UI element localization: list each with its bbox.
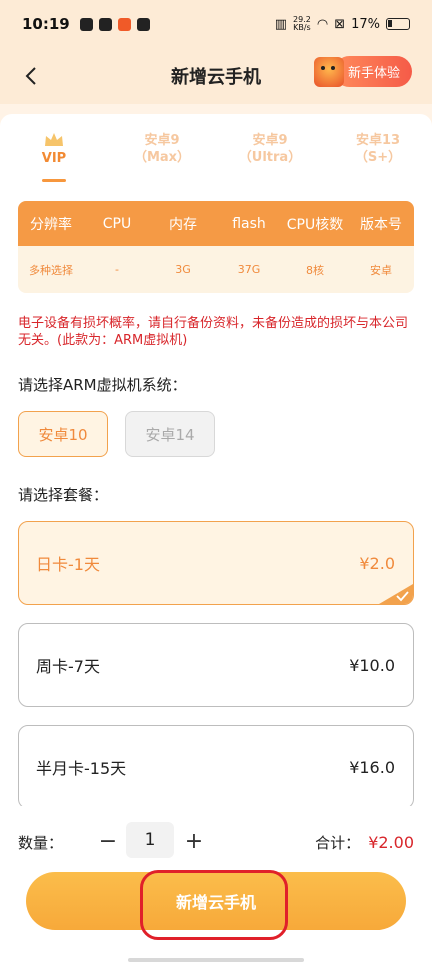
- wifi-icon: ◠: [316, 16, 329, 32]
- tab-label: 安卓9: [252, 133, 288, 148]
- crown-icon: [45, 132, 63, 146]
- total-label: 合计：: [315, 834, 361, 852]
- plan-name: 日卡-1天: [36, 555, 100, 574]
- back-button[interactable]: [16, 60, 48, 92]
- spec-header-cell: 内存: [169, 216, 197, 233]
- os-options: 安卓10 安卓14: [18, 411, 215, 457]
- spec-value-cell: -: [115, 263, 119, 276]
- spec-value-cell: 安卓: [370, 263, 392, 277]
- os-section-label: 请选择ARM虚拟机系统：: [18, 376, 187, 394]
- quantity-value[interactable]: 1: [126, 822, 174, 858]
- spec-value-cell: 8核: [306, 263, 324, 277]
- home-indicator: [128, 958, 304, 962]
- tab-active-indicator: [42, 179, 66, 182]
- total-price: 合计： ¥2.00: [315, 832, 414, 853]
- status-bar: 10:19 ▥ 29.2 KB/s ◠ ⊠ 17%: [0, 0, 432, 48]
- network-speed: 29.2 KB/s: [293, 15, 311, 32]
- page-title: 新增云手机: [171, 67, 261, 88]
- tab-vip[interactable]: VIP: [0, 114, 108, 184]
- tab-sublabel: （S+）: [354, 150, 402, 165]
- vibrate-icon: ▥: [274, 16, 288, 32]
- plan-price: ¥16.0: [349, 757, 395, 777]
- plan-section-label: 请选择套餐：: [18, 486, 109, 504]
- spec-table: 分辨率 CPU 内存 flash CPU核数 版本号 多种选择 - 3G 37G…: [18, 201, 414, 293]
- tab-label: VIP: [41, 150, 67, 166]
- tab-sublabel: （Ultra）: [238, 150, 302, 165]
- spec-value-cell: 多种选择: [29, 263, 73, 277]
- sim-icon: ⊠: [334, 16, 346, 32]
- spec-table-row: 多种选择 - 3G 37G 8核 安卓: [18, 246, 414, 293]
- tab-label: 安卓9: [144, 133, 180, 148]
- link-icon: [136, 17, 150, 31]
- status-time: 10:19: [22, 15, 70, 33]
- battery-icon: [386, 18, 410, 30]
- tab-label: 安卓13: [355, 133, 401, 148]
- footer-bar: 数量： − 1 + 合计： ¥2.00 新增云手机: [0, 806, 432, 964]
- spec-value-cell: 37G: [237, 263, 261, 276]
- spec-table-header: 分辨率 CPU 内存 flash CPU核数 版本号: [18, 201, 414, 246]
- plan-option-halfmonth[interactable]: 半月卡-15天 ¥16.0: [18, 725, 414, 809]
- spec-header-cell: 版本号: [360, 216, 402, 233]
- plan-price: ¥10.0: [349, 655, 395, 675]
- plan-list: 日卡-1天 ¥2.0 周卡-7天 ¥10.0 半月卡-15天 ¥16.0: [18, 521, 414, 827]
- plan-name: 半月卡-15天: [36, 759, 127, 778]
- chevron-left-icon: [25, 67, 36, 85]
- total-amount: ¥2.00: [368, 833, 414, 852]
- quantity-decrease-button[interactable]: −: [94, 826, 122, 856]
- add-cloud-phone-button[interactable]: 新增云手机: [26, 872, 406, 930]
- os-option-android10[interactable]: 安卓10: [18, 411, 108, 457]
- battery-percent: 17%: [351, 16, 380, 32]
- app-header: 新增云手机 新手体验: [0, 48, 432, 104]
- spec-header-cell: flash: [232, 215, 266, 232]
- plan-option-day[interactable]: 日卡-1天 ¥2.0: [18, 521, 414, 605]
- spec-header-cell: CPU: [102, 215, 132, 232]
- tiktok-icon: [98, 17, 112, 31]
- spec-value-cell: 3G: [175, 263, 191, 276]
- check-icon: [379, 584, 413, 604]
- spec-header-cell: CPU核数: [286, 216, 344, 233]
- quantity-increase-button[interactable]: +: [180, 826, 208, 856]
- tab-android9-ultra[interactable]: 安卓9 （Ultra）: [216, 114, 324, 184]
- tab-android13-splus[interactable]: 安卓13 （S+）: [324, 114, 432, 184]
- tab-sublabel: （Max）: [133, 150, 191, 165]
- tab-android9-max[interactable]: 安卓9 （Max）: [108, 114, 216, 184]
- spec-header-cell: 分辨率: [30, 216, 72, 233]
- tabs-wrapper: VIP 安卓9 （Max） 安卓9 （Ultra） 安卓13 （S+）: [0, 104, 432, 184]
- warning-notice: 电子设备有损坏概率，请自行备份资料，未备份造成的损坏与本公司无关。(此款为：AR…: [18, 316, 409, 348]
- plan-name: 周卡-7天: [36, 657, 100, 676]
- quantity-label: 数量：: [18, 834, 64, 852]
- os-option-android14[interactable]: 安卓14: [125, 411, 215, 457]
- plan-option-week[interactable]: 周卡-7天 ¥10.0: [18, 623, 414, 707]
- app-notification-icon: [117, 17, 131, 31]
- newbie-trial-button[interactable]: 新手体验: [313, 56, 412, 87]
- mascot-icon: [313, 56, 344, 87]
- plan-price: ¥2.0: [359, 553, 395, 573]
- newbie-trial-label: 新手体验: [333, 56, 412, 87]
- tab-bar: VIP 安卓9 （Max） 安卓9 （Ultra） 安卓13 （S+）: [0, 114, 432, 184]
- notification-icon: [79, 17, 93, 31]
